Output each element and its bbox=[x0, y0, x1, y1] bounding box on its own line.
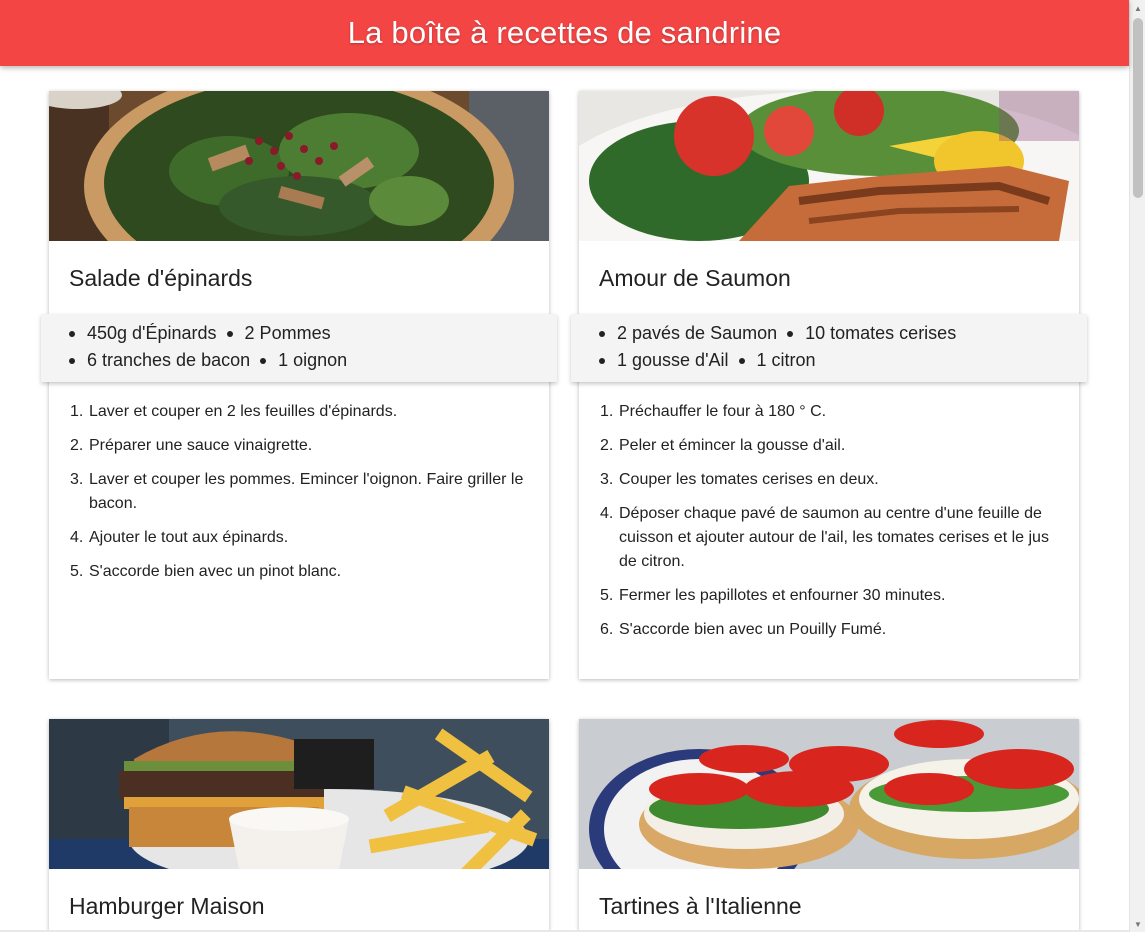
step-item: Préchauffer le four à 180 ° C. bbox=[600, 400, 827, 424]
step-item: Laver et couper les pommes. Emincer l'oi… bbox=[70, 468, 524, 512]
page-title: La boîte à recettes de sandrine bbox=[347, 15, 782, 50]
ingredient-item: 6 tranches de bacon bbox=[68, 347, 250, 374]
ingredient-item: 1 citron bbox=[738, 347, 816, 374]
recipe-title: Tartines à l'Italienne bbox=[599, 893, 802, 919]
italian-toast-image bbox=[579, 719, 1079, 869]
ingredients-list: 2 pavés de Saumon 10 tomates cerises 1 g… bbox=[571, 314, 1087, 382]
recipe-title: Salade d'épinards bbox=[69, 265, 253, 291]
scroll-down-arrow-icon[interactable]: ▼ bbox=[1130, 916, 1145, 932]
salmon-plate-image bbox=[579, 91, 1079, 241]
recipe-card: Tartines à l'Italienne bbox=[579, 719, 1079, 932]
step-item: Peler et émincer la gousse d'ail. bbox=[600, 434, 846, 458]
ingredient-item: 1 oignon bbox=[260, 347, 347, 374]
vertical-scrollbar[interactable]: ▲ ▼ bbox=[1129, 0, 1145, 932]
ingredient-item: 450g d'Épinards bbox=[69, 320, 217, 347]
steps-list: Laver et couper en 2 les feuilles d'épin… bbox=[49, 382, 549, 624]
recipe-card: Salade d'épinards 450g d'Épinards 2 Pomm… bbox=[41, 91, 557, 679]
step-item: Couper les tomates cerises en deux. bbox=[600, 468, 879, 492]
ingredient-item: 2 pavés de Saumon bbox=[598, 320, 777, 347]
step-item: Fermer les papillotes et enfourner 30 mi… bbox=[600, 584, 946, 608]
app-header: La boîte à recettes de sandrine bbox=[0, 0, 1129, 66]
step-item: S'accorde bien avec un pinot blanc. bbox=[70, 560, 342, 584]
scrollbar-thumb[interactable] bbox=[1133, 18, 1143, 198]
recipe-card: Amour de Saumon 2 pavés de Saumon 10 tom… bbox=[571, 91, 1087, 682]
scroll-up-arrow-icon[interactable]: ▲ bbox=[1130, 0, 1145, 16]
ingredient-item: 10 tomates cerises bbox=[787, 320, 956, 347]
ingredient-item: 1 gousse d'Ail bbox=[599, 347, 729, 374]
step-item: Préparer une sauce vinaigrette. bbox=[70, 434, 313, 458]
steps-list: Préchauffer le four à 180 ° C. Peler et … bbox=[579, 382, 1079, 682]
spinach-salad-image bbox=[49, 91, 549, 241]
ingredients-list: 450g d'Épinards 2 Pommes 6 tranches de b… bbox=[41, 314, 557, 382]
recipe-title: Amour de Saumon bbox=[599, 265, 791, 291]
step-item: S'accorde bien avec un Pouilly Fumé. bbox=[600, 618, 887, 642]
step-item: Ajouter le tout aux épinards. bbox=[70, 526, 289, 550]
ingredient-item: 2 Pommes bbox=[226, 320, 331, 347]
burger-fries-image bbox=[49, 719, 549, 869]
step-item: Déposer chaque pavé de saumon au centre … bbox=[600, 502, 1049, 570]
recipe-card: Hamburger Maison bbox=[49, 719, 549, 932]
step-item: Laver et couper en 2 les feuilles d'épin… bbox=[70, 400, 398, 424]
recipe-title: Hamburger Maison bbox=[69, 893, 265, 919]
